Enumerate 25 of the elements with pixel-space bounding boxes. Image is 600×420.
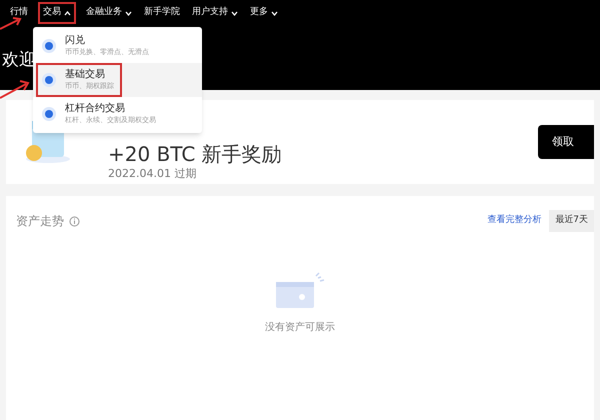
nav-item[interactable]: 交易 — [40, 4, 74, 22]
coin-icon — [41, 72, 57, 88]
reward-title: +20 BTC 新手奖励 — [108, 142, 282, 166]
caret-icon — [231, 10, 238, 16]
nav-item[interactable]: 更多 — [250, 4, 278, 22]
annotation-arrow — [0, 16, 22, 30]
caret-icon — [125, 10, 132, 16]
info-icon[interactable] — [69, 216, 80, 226]
nav-item[interactable]: 行情 — [10, 4, 28, 22]
full-analysis-link[interactable]: 查看完整分析 — [487, 214, 542, 228]
claim-button[interactable]: 领取 — [538, 125, 594, 159]
coin-icon — [41, 38, 57, 54]
nav-item[interactable]: 新手学院 — [144, 4, 180, 22]
empty-message: 没有资产可展示 — [265, 320, 335, 335]
assets-title: 资产走势 — [16, 213, 64, 230]
range-button[interactable]: 最近7天 — [549, 210, 594, 232]
expiry-date: 2022.04.01 过期 — [108, 166, 198, 182]
caret-icon — [271, 10, 278, 16]
caret-icon — [64, 10, 71, 16]
nav-item[interactable]: 金融业务 — [86, 4, 132, 22]
menu-item-title: 杠杆合约交易 — [65, 103, 126, 115]
menu-item-title: 闪兑 — [65, 35, 86, 47]
coin-icon — [41, 106, 57, 122]
menu-item-title: 基础交易 — [65, 69, 106, 81]
nav-item[interactable]: 用户支持 — [192, 4, 238, 22]
